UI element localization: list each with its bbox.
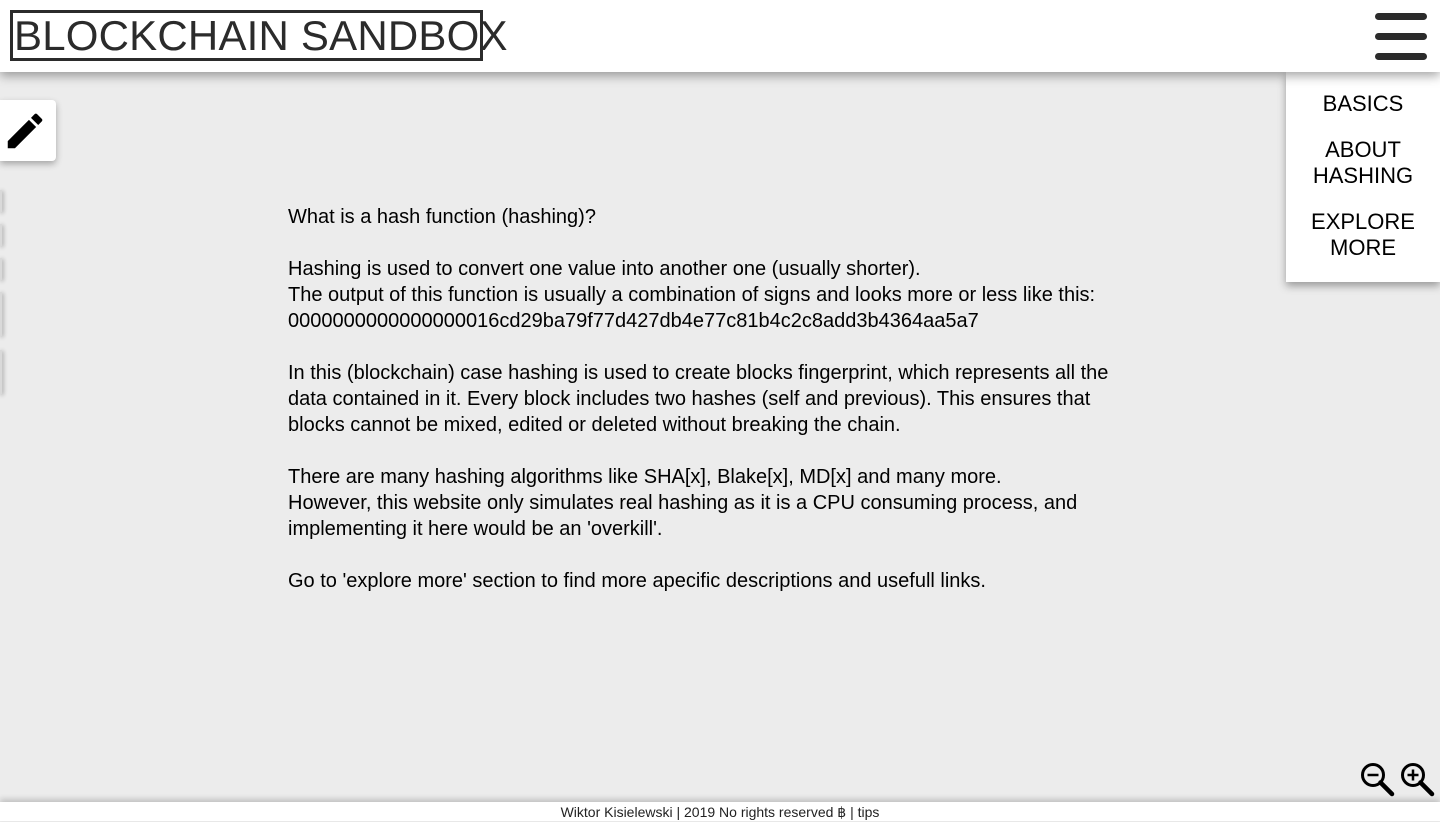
- info-algorithms-line: There are many hashing algorithms like S…: [288, 466, 1002, 488]
- info-simulation-note: However, this website only simulates rea…: [288, 492, 1078, 540]
- nav-item-explore-more[interactable]: EXPLORE MORE: [1286, 209, 1440, 261]
- block-side-tab[interactable]: [0, 190, 2, 212]
- top-bar: BLOCKCHAIN SANDBOX: [0, 0, 1440, 72]
- footer-credit: Wiktor Kisielewski | 2019 No rights rese…: [560, 804, 858, 820]
- nav-item-explore-more-label: EXPLORE MORE: [1311, 209, 1415, 260]
- info-output-description: The output of this function is usually a…: [288, 284, 1096, 306]
- info-paragraph-algorithms: There are many hashing algorithms like S…: [288, 464, 1148, 542]
- hamburger-bar-bottom: [1375, 53, 1427, 60]
- block-side-tab[interactable]: [0, 224, 2, 246]
- zoom-out-icon: [1361, 763, 1395, 797]
- hamburger-bar-middle: [1375, 33, 1427, 40]
- nav-item-about-hashing-label: ABOUT HASHING: [1312, 137, 1414, 188]
- block-side-tab[interactable]: [0, 258, 2, 280]
- info-paragraph-intro: Hashing is used to convert one value int…: [288, 256, 1148, 334]
- info-heading: What is a hash function (hashing)?: [288, 206, 596, 228]
- footer-tips-link[interactable]: tips: [858, 804, 880, 820]
- site-logo-title[interactable]: BLOCKCHAIN SANDBOX: [10, 10, 508, 61]
- hamburger-bar-top: [1375, 13, 1427, 20]
- block-side-tab[interactable]: [0, 350, 2, 394]
- nav-dropdown-menu: BASICS ABOUT HASHING EXPLORE MORE: [1286, 72, 1440, 282]
- info-intro-line: Hashing is used to convert one value int…: [288, 258, 921, 280]
- nav-item-about-hashing[interactable]: ABOUT HASHING: [1286, 137, 1440, 189]
- pencil-icon: [7, 113, 43, 149]
- info-paragraph-blockchain: In this (blockchain) case hashing is use…: [288, 362, 1109, 436]
- sample-hash: 0000000000000000016cd29ba79f77d427db4e77…: [288, 310, 979, 332]
- zoom-in-icon: [1401, 763, 1435, 797]
- hashing-info-text: What is a hash function (hashing)? Hashi…: [288, 204, 1148, 594]
- edit-button[interactable]: [0, 100, 56, 161]
- zoom-in-button[interactable]: [1399, 761, 1435, 797]
- page-footer: Wiktor Kisielewski | 2019 No rights rese…: [0, 802, 1440, 821]
- block-side-tab[interactable]: [0, 292, 2, 336]
- hamburger-menu-icon[interactable]: [1375, 13, 1427, 60]
- nav-item-basics[interactable]: BASICS: [1286, 91, 1440, 117]
- zoom-out-button[interactable]: [1359, 761, 1395, 797]
- info-paragraph-explore: Go to 'explore more' section to find mor…: [288, 570, 986, 592]
